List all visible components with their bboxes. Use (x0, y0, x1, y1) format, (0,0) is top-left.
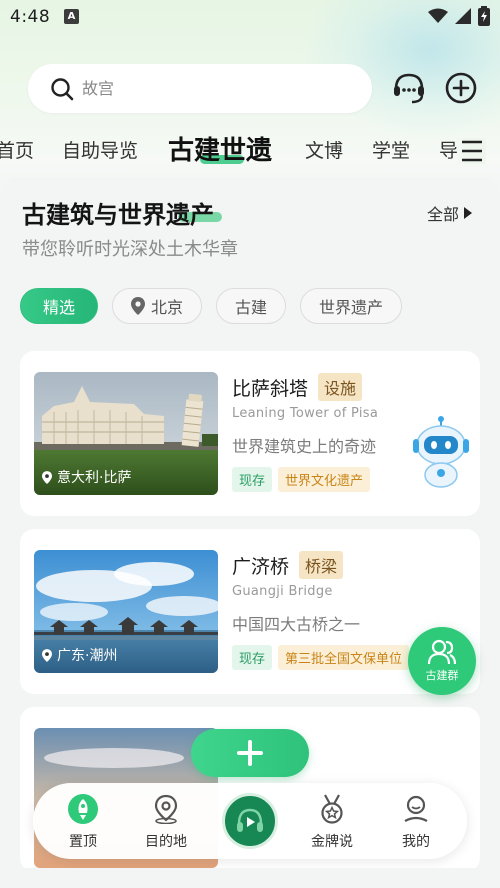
audio-guide-icon (237, 808, 263, 832)
card-location: 意大利·比萨 (42, 467, 131, 487)
filter-chip-label: 古建 (235, 298, 268, 317)
plus-icon (237, 740, 263, 766)
nav-item-pin-top[interactable]: 置顶 (50, 793, 116, 851)
filter-chip-label: 世界遗产 (319, 298, 384, 317)
nav-label: 金牌说 (311, 834, 353, 850)
system-icons (428, 6, 490, 26)
location-pin-icon (42, 470, 52, 484)
nav-label: 置顶 (69, 834, 97, 850)
bottom-navigation: 置顶 目的地 金牌说 我的 (33, 783, 467, 859)
tab-menu-button[interactable] (456, 138, 486, 164)
add-circle-icon[interactable] (444, 71, 478, 105)
card-english-name: Leaning Tower of Pisa (232, 406, 379, 421)
card-english-name: Guangji Bridge (232, 584, 333, 599)
group-button-label: 古建群 (425, 669, 459, 682)
wifi-icon (428, 8, 448, 23)
tab-home[interactable]: 首页 (0, 136, 34, 163)
robot-assistant-icon[interactable] (408, 415, 474, 489)
badge-heritage-level: 第三批全国文保单位 (278, 645, 410, 670)
medal-icon (321, 794, 343, 824)
location-icon (154, 794, 178, 824)
filter-chip-beijing[interactable]: 北京 (112, 288, 203, 324)
search-bar[interactable] (28, 64, 372, 113)
nav-item-gold-talk[interactable]: 金牌说 (299, 793, 365, 851)
card-title-row: 比萨斜塔 设施 (232, 373, 363, 401)
card-location: 广东·潮州 (42, 645, 117, 665)
nav-item-destination[interactable]: 目的地 (133, 793, 199, 851)
card-badges: 现存 第三批全国文保单位 (232, 645, 410, 670)
home-indicator-area (0, 868, 500, 888)
location-pin-icon (42, 648, 52, 662)
ancient-building-group-button[interactable]: 古建群 (408, 627, 476, 695)
tab-school[interactable]: 学堂 (372, 136, 410, 163)
section-subtitle: 带您聆听时光深处土木华章 (22, 239, 238, 260)
card-title-row: 广济桥 桥梁 (232, 551, 344, 579)
card-title: 比萨斜塔 (232, 377, 309, 400)
tab-self-guide[interactable]: 自助导览 (62, 136, 138, 163)
filter-chips: 精选 北京 古建 世界遗产 (20, 288, 403, 324)
card-image-guangji: 广东·潮州 (34, 550, 218, 673)
card-category-tag: 设施 (318, 373, 363, 401)
filter-chip-world-heritage[interactable]: 世界遗产 (300, 288, 403, 324)
search-input[interactable] (82, 79, 322, 98)
signal-icon (455, 8, 471, 24)
tab-ancient-architecture[interactable]: 古建世遗 (168, 130, 272, 167)
filter-chip-ancient-building[interactable]: 古建 (216, 288, 287, 324)
nav-item-profile[interactable]: 我的 (383, 793, 449, 851)
pin-top-icon (68, 794, 98, 824)
app-notification-icon: A (64, 9, 79, 24)
category-tabs: 首页 自助导览 古建世遗 文博 学堂 导 (0, 128, 500, 172)
section-title: 古建筑与世界遗产 (22, 201, 214, 229)
badge-existing: 现存 (232, 467, 273, 492)
badge-heritage-level: 世界文化遗产 (278, 467, 371, 492)
battery-icon (478, 6, 490, 26)
group-users-icon (427, 639, 457, 665)
add-button[interactable] (191, 729, 309, 777)
card-description: 世界建筑史上的奇迹 (232, 437, 377, 456)
search-icon (51, 77, 74, 100)
profile-icon (404, 795, 428, 822)
card-title: 广济桥 (232, 555, 290, 578)
filter-chip-label: 北京 (151, 298, 184, 317)
view-all-label: 全部 (427, 205, 460, 224)
filter-chip-featured[interactable]: 精选 (20, 288, 99, 324)
card-category-tag: 桥梁 (299, 551, 344, 579)
nav-label: 目的地 (145, 834, 187, 850)
caret-right-icon (464, 207, 473, 219)
card-location-text: 广东·潮州 (57, 648, 118, 664)
card-description: 中国四大古桥之一 (232, 615, 361, 634)
customer-service-icon[interactable] (392, 71, 426, 105)
card-image-pisa: 意大利·比萨 (34, 372, 218, 495)
filter-chip-label: 精选 (43, 298, 76, 317)
status-time: 4:48 (10, 7, 51, 27)
view-all-link[interactable]: 全部 (427, 201, 473, 225)
card-location-text: 意大利·比萨 (57, 470, 132, 486)
tab-museum[interactable]: 文博 (305, 136, 343, 163)
location-pin-icon (131, 297, 146, 315)
card-badges: 现存 世界文化遗产 (232, 467, 371, 492)
nav-label: 我的 (402, 834, 430, 850)
badge-existing: 现存 (232, 645, 273, 670)
menu-icon (462, 140, 482, 162)
nav-item-audio-guide[interactable] (222, 793, 278, 849)
status-bar: 4:48 A (0, 0, 500, 34)
